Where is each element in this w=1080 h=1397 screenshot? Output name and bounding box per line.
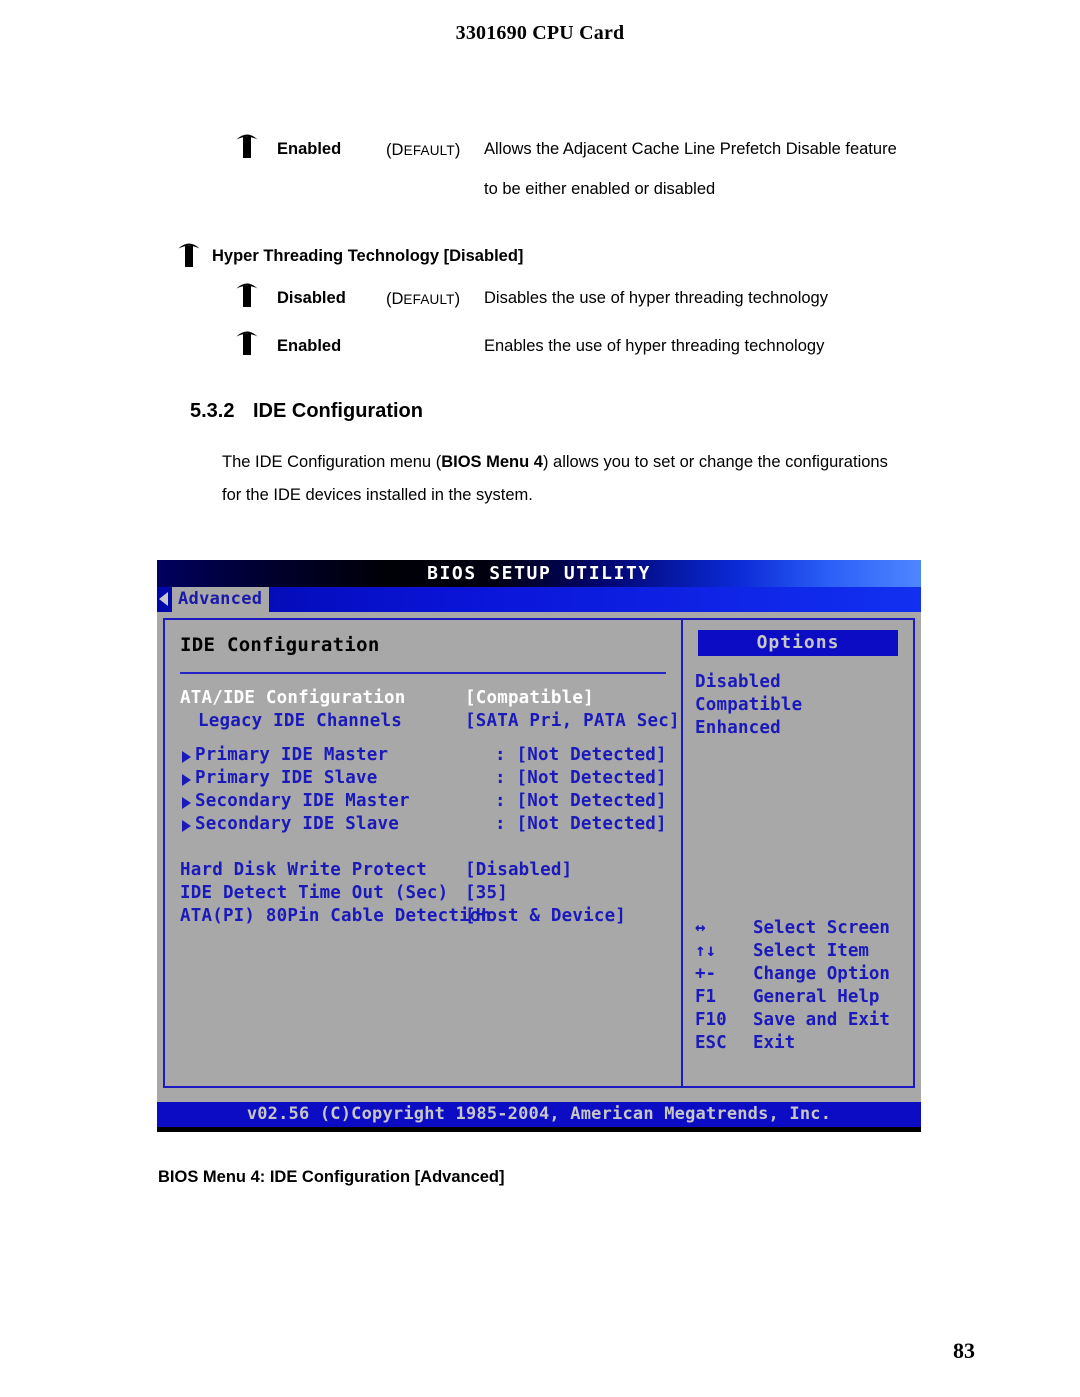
bios-title-text: BIOS SETUP UTILITY	[427, 563, 651, 584]
bios-tab-bar	[157, 587, 921, 612]
page-number: 83	[953, 1338, 975, 1363]
options-header: Options	[698, 630, 898, 656]
tab-advanced[interactable]: Advanced	[172, 587, 270, 612]
bios-body-panel: IDE Configuration ATA/IDE Configuration […	[163, 618, 915, 1088]
bios-setting-row[interactable]: Secondary IDE Master : [Not Detected]	[165, 791, 681, 814]
setting-value: [35]	[465, 883, 508, 903]
option-item[interactable]: Disabled	[695, 672, 781, 692]
bios-setting-row[interactable]: ATA/IDE Configuration [Compatible]	[165, 688, 681, 711]
option-item[interactable]: Enhanced	[695, 718, 781, 738]
option-desc-line1: Allows the Adjacent Cache Line Prefetch …	[484, 140, 897, 158]
key-description: Exit	[753, 1033, 796, 1053]
option-label-disabled: Disabled	[277, 289, 346, 307]
setting-value: [Compatible]	[465, 688, 594, 708]
option-desc-enabled: Enables the use of hyper threading techn…	[484, 337, 825, 355]
option-desc-line2: to be either enabled or disabled	[484, 180, 716, 198]
heading-rule	[180, 672, 666, 674]
setting-value: [Host & Device]	[465, 906, 627, 926]
body-text-c: ) allows you to set or change the config…	[542, 453, 888, 471]
bios-footer-bar: v02.56 (C)Copyright 1985-2004, American …	[157, 1102, 921, 1127]
triangle-right-icon	[182, 797, 191, 809]
section-title: IDE Configuration	[253, 400, 423, 422]
key-glyph: F1	[695, 987, 717, 1007]
bullet-icon	[178, 240, 200, 270]
key-description: Change Option	[753, 964, 890, 984]
key-glyph: ESC	[695, 1033, 727, 1053]
key-description: Save and Exit	[753, 1010, 890, 1030]
option-label-enabled-2: Enabled	[277, 337, 342, 355]
bios-setup-screenshot: BIOS SETUP UTILITY Advanced IDE Configur…	[157, 560, 921, 1132]
section-number: 5.3.2	[190, 400, 235, 422]
bios-title-bar: BIOS SETUP UTILITY	[157, 560, 921, 587]
bullet-icon	[236, 280, 258, 310]
bios-right-pane: Options Disabled Compatible Enhanced ↔ Sele…	[683, 620, 915, 1086]
bullet-icon	[236, 328, 258, 358]
setting-value: [Disabled]	[465, 860, 573, 880]
setting-label: Hard Disk Write Protect	[180, 860, 427, 880]
chevron-left-icon[interactable]	[159, 592, 168, 606]
hyper-threading-heading: Hyper Threading Technology [Disabled]	[212, 247, 524, 265]
key-glyph: +-	[695, 964, 717, 984]
bios-left-pane: IDE Configuration ATA/IDE Configuration […	[165, 620, 681, 1086]
triangle-right-icon	[182, 820, 191, 832]
option-item[interactable]: Compatible	[695, 695, 802, 715]
body-text-a: The IDE Configuration menu (	[222, 453, 442, 471]
option-desc-disabled: Disables the use of hyper threading tech…	[484, 289, 828, 307]
triangle-right-icon	[182, 751, 191, 763]
setting-label: IDE Detect Time Out (Sec)	[180, 883, 449, 903]
default-tag-disabled: (DEFAULT)	[386, 290, 461, 308]
bios-setting-row[interactable]: Primary IDE Slave : [Not Detected]	[165, 768, 681, 791]
key-glyph: ↑↓	[695, 941, 717, 961]
bios-setting-row[interactable]: Secondary IDE Slave : [Not Detected]	[165, 814, 681, 837]
default-tag-top: (DDEFAULTEFAULT)	[386, 141, 461, 159]
setting-label: ATA/IDE Configuration	[180, 688, 406, 708]
key-glyph: ↔	[695, 918, 706, 938]
bios-setting-row[interactable]: IDE Detect Time Out (Sec) [35]	[165, 883, 681, 906]
panel-heading: IDE Configuration	[180, 634, 380, 656]
setting-label: Primary IDE Master	[195, 745, 389, 765]
setting-value: : [Not Detected]	[495, 791, 667, 811]
bios-setting-row[interactable]: ATA(PI) 80Pin Cable Detection [Host & Dev…	[165, 906, 681, 929]
bios-setting-row[interactable]: Hard Disk Write Protect [Disabled]	[165, 860, 681, 883]
setting-value: [SATA Pri, PATA Sec]	[465, 711, 680, 731]
option-label-enabled: Enabled	[277, 140, 342, 158]
body-text-bios-menu-ref: BIOS Menu 4	[441, 453, 543, 471]
section-body-line2: for the IDE devices installed in the sys…	[222, 486, 533, 504]
bios-setting-row[interactable]: Legacy IDE Channels [SATA Pri, PATA Sec]	[165, 711, 681, 734]
setting-value: : [Not Detected]	[495, 768, 667, 788]
section-body-line1: The IDE Configuration menu (BIOS Menu 4)…	[222, 453, 888, 472]
setting-label: Primary IDE Slave	[195, 768, 378, 788]
key-glyph: F10	[695, 1010, 727, 1030]
setting-label: ATA(PI) 80Pin Cable Detection	[180, 906, 492, 926]
setting-label: Secondary IDE Master	[195, 791, 410, 811]
bios-setting-row[interactable]: Primary IDE Master : [Not Detected]	[165, 745, 681, 768]
key-description: Select Item	[753, 941, 869, 961]
setting-value: : [Not Detected]	[495, 814, 667, 834]
triangle-right-icon	[182, 774, 191, 786]
key-description: Select Screen	[753, 918, 890, 938]
key-description: General Help	[753, 987, 880, 1007]
bullet-icon	[236, 131, 258, 161]
setting-label: Secondary IDE Slave	[195, 814, 399, 834]
setting-label: Legacy IDE Channels	[198, 711, 402, 731]
figure-caption: BIOS Menu 4: IDE Configuration [Advanced…	[158, 1168, 505, 1186]
setting-value: : [Not Detected]	[495, 745, 667, 765]
page-title: 3301690 CPU Card	[455, 22, 625, 44]
